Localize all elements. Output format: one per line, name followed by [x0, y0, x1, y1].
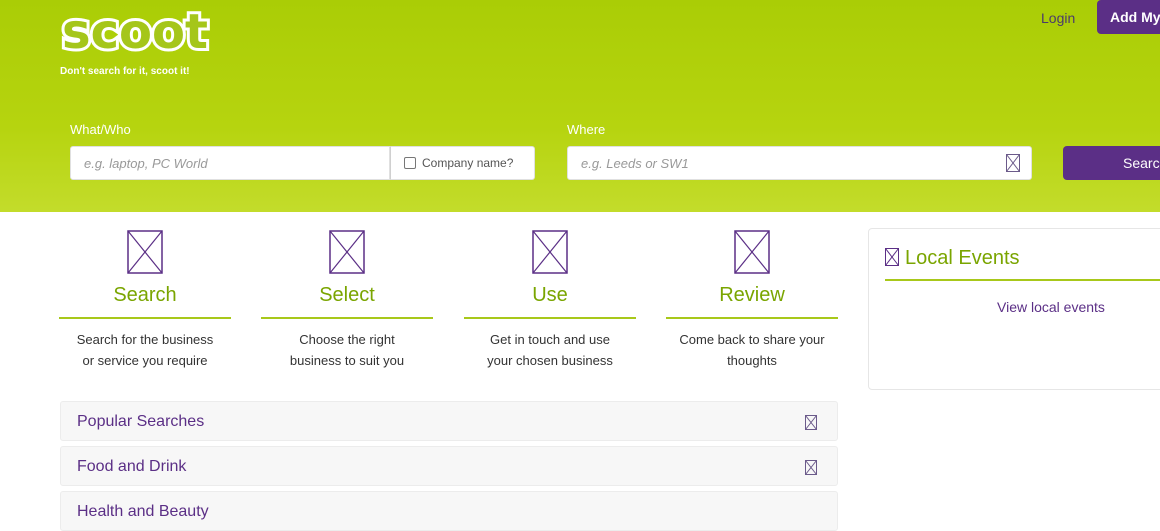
step-use: Use Get in touch and use your chosen bus…	[464, 230, 636, 371]
step-description-line: thoughts	[727, 353, 777, 368]
view-local-events-link[interactable]: View local events	[997, 299, 1105, 315]
what-input[interactable]: e.g. laptop, PC World	[70, 146, 390, 180]
step-description-line: business to suit you	[289, 353, 405, 368]
where-input[interactable]: e.g. Leeds or SW1	[567, 146, 1032, 180]
step-description-line: Come back to share your	[679, 332, 825, 347]
divider	[261, 317, 433, 319]
divider	[666, 317, 838, 319]
divider	[59, 317, 231, 319]
step-description: Come back to share your thoughts	[666, 329, 838, 371]
company-name-checkbox[interactable]: Company name?	[390, 146, 535, 180]
broken-image-icon[interactable]	[1006, 154, 1020, 177]
step-description-line: Get in touch and use	[490, 332, 610, 347]
broken-image-icon[interactable]	[805, 460, 817, 480]
what-label: What/Who	[70, 122, 131, 137]
local-events-title: Local Events	[905, 247, 1020, 269]
broken-image-icon	[127, 230, 163, 274]
broken-image-icon	[329, 230, 365, 274]
step-description-line: Search for the business	[76, 332, 214, 347]
divider	[464, 317, 636, 319]
search-button[interactable]: Searc	[1063, 146, 1160, 180]
scoot-logo[interactable]: scoot scoot	[60, 0, 230, 60]
step-description-line: Choose the right	[299, 332, 395, 347]
broken-image-icon[interactable]	[805, 415, 817, 435]
step-description: Choose the right business to suit you	[261, 329, 433, 371]
broken-image-icon	[734, 230, 770, 274]
step-select: Select Choose the right business to suit…	[261, 230, 433, 371]
accordion-popular-searches[interactable]: Popular Searches	[60, 401, 838, 441]
accordion-label: Food and Drink	[77, 458, 187, 475]
step-description-line: or service you require	[82, 353, 208, 368]
divider	[885, 279, 1160, 281]
add-business-button[interactable]: Add My	[1097, 0, 1160, 34]
step-description: Search for the business or service you r…	[59, 329, 231, 371]
step-search: Search Search for the business or servic…	[59, 230, 231, 371]
login-link[interactable]: Login	[1041, 10, 1075, 26]
svg-text:scoot: scoot	[62, 4, 208, 60]
local-events-panel: Local Events View local events	[868, 228, 1160, 390]
step-review: Review Come back to share your thoughts	[666, 230, 838, 371]
step-description-line: your chosen business	[487, 353, 613, 368]
accordion-food-and-drink[interactable]: Food and Drink	[60, 446, 838, 486]
step-title: Use	[532, 284, 568, 306]
local-events-heading: Local Events	[885, 247, 1020, 270]
where-label: Where	[567, 122, 606, 137]
hero-banner: scoot scoot Don't search for it, scoot i…	[0, 0, 1160, 212]
broken-image-icon	[532, 230, 568, 274]
broken-image-icon	[885, 248, 899, 266]
accordion-label: Popular Searches	[77, 413, 205, 430]
company-name-label: Company name?	[422, 156, 514, 170]
step-title: Select	[319, 284, 375, 306]
step-description: Get in touch and use your chosen busines…	[464, 329, 636, 371]
step-title: Search	[113, 284, 177, 306]
tagline: Don't search for it, scoot it!	[60, 66, 190, 77]
checkbox-icon[interactable]	[404, 157, 416, 169]
step-title: Review	[719, 284, 785, 306]
accordion-health-and-beauty[interactable]: Health and Beauty	[60, 491, 838, 531]
